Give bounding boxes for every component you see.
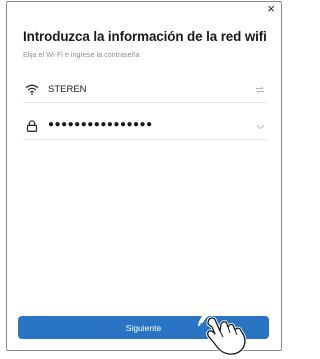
divider <box>23 102 267 103</box>
dialog-subtitle: Elija el Wi-Fi e ingrese la contraseña <box>23 50 140 59</box>
wifi-network-name: STEREN <box>48 84 87 95</box>
wifi-network-field[interactable]: STEREN <box>23 77 267 103</box>
dialog-title: Introduzca la información de la red wifi <box>23 29 267 44</box>
wifi-icon <box>25 84 39 95</box>
swap-icon[interactable] <box>255 86 265 94</box>
divider <box>23 139 267 140</box>
tap-hand-icon <box>198 308 247 356</box>
password-value: ●●●●●●●●●●●●●●●● <box>48 119 153 130</box>
lock-icon <box>26 120 38 132</box>
close-button[interactable]: × <box>267 2 275 16</box>
chevron-down-icon[interactable] <box>256 124 265 130</box>
password-field[interactable]: ●●●●●●●●●●●●●●●● <box>23 114 267 140</box>
wifi-dialog: × Introduzca la información de la red wi… <box>6 1 282 351</box>
